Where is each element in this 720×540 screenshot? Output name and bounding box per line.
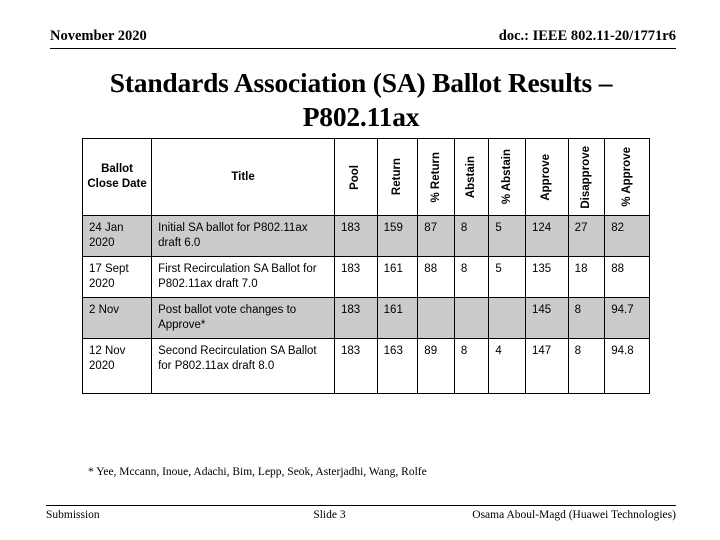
cell-title: Initial SA ballot for P802.11ax draft 6.… [151,215,335,257]
cell-approve: 124 [525,215,569,257]
cell-percent-abstain: 5 [488,256,526,298]
cell-percent-return: 87 [417,215,455,257]
table-row: 24 Jan 2020 Initial SA ballot for P802.1… [81,215,650,257]
header-date: November 2020 [50,28,147,44]
cell-abstain: 8 [453,256,490,298]
column-header-return: Return [376,138,419,216]
column-header-approve: Approve [525,138,569,216]
cell-percent-abstain: 5 [488,215,526,257]
cell-percent-approve: 94.8 [604,338,650,394]
cell-title: First Recirculation SA Ballot for P802.1… [151,256,335,298]
cell-percent-return: 88 [417,256,455,298]
cell-abstain [453,297,490,339]
cell-percent-abstain: 4 [488,338,526,394]
column-header-pool: Pool [333,138,378,216]
page-title: Standards Association (SA) Ballot Result… [46,66,676,134]
document-footer: Submission Slide 3 Osama Aboul-Magd (Hua… [46,505,676,521]
cell-approve: 147 [525,338,569,394]
column-header-label: % Return [429,151,442,203]
footnote: * Yee, Mccann, Inoue, Adachi, Bim, Lepp,… [88,466,427,478]
ballot-results-table: Ballot Close Date Title Pool Return % Re… [81,138,650,394]
column-header-label: % Approve [620,147,633,207]
table-row: 2 Nov Post ballot vote changes to Approv… [81,297,650,339]
cell-pool: 183 [333,338,378,394]
footer-author: Osama Aboul-Magd (Huawei Technologies) [472,509,676,521]
column-header-disapprove: Disapprove [567,138,606,216]
column-header-abstain: Abstain [453,138,490,216]
column-header-percent-approve: % Approve [604,138,650,216]
cell-abstain: 8 [453,338,490,394]
column-header-title: Title [151,138,335,216]
rotated-label-box: % Return [418,140,454,214]
cell-percent-approve: 94.7 [604,297,650,339]
ballot-results-table-container: Ballot Close Date Title Pool Return % Re… [81,138,650,394]
column-header-label: Abstain [465,155,478,199]
table-row: 12 Nov 2020 Second Recirculation SA Ball… [81,338,650,394]
column-header-label: Return [391,158,404,196]
page-title-line-1: Standards Association (SA) Ballot Result… [109,67,613,98]
page-title-line-2: P802.11ax [302,101,420,133]
cell-disapprove: 8 [567,338,606,394]
cell-percent-return [417,297,455,339]
cell-approve: 145 [525,297,569,339]
cell-disapprove: 27 [567,215,606,257]
cell-title: Post ballot vote changes to Approve* [151,297,335,339]
cell-title: Second Recirculation SA Ballot for P802.… [151,338,335,394]
rotated-label-box: % Approve [605,140,649,214]
column-header-label: Ballot Close Date [87,163,147,190]
cell-approve: 135 [525,256,569,298]
cell-ballot-close-date: 12 Nov 2020 [81,338,153,394]
cell-percent-return: 89 [417,338,455,394]
rotated-label-box: Pool [335,140,377,214]
cell-pool: 183 [333,215,378,257]
cell-abstain: 8 [453,215,490,257]
cell-disapprove: 18 [567,256,606,298]
cell-pool: 183 [333,256,378,298]
column-header-label: Pool [349,164,362,190]
column-header-percent-return: % Return [417,138,455,216]
footer-slide-number: Slide 3 [313,509,346,521]
rotated-label-box: Abstain [455,140,489,214]
column-header-percent-abstain: % Abstain [488,138,526,216]
table-header-row: Ballot Close Date Title Pool Return % Re… [81,138,650,216]
cell-pool: 183 [333,297,378,339]
cell-percent-abstain [488,297,526,339]
cell-ballot-close-date: 2 Nov [81,297,153,339]
cell-percent-approve: 88 [604,256,650,298]
cell-return: 161 [376,297,419,339]
cell-return: 159 [376,215,419,257]
rotated-label-box: Disapprove [569,140,605,214]
cell-disapprove: 8 [567,297,606,339]
column-header-label: % Abstain [500,149,513,205]
cell-percent-approve: 82 [604,215,650,257]
document-header: November 2020 doc.: IEEE 802.11-20/1771r… [50,28,676,49]
table-row: 17 Sept 2020 First Recirculation SA Ball… [81,256,650,298]
rotated-label-box: % Abstain [489,140,525,214]
rotated-label-box: Approve [526,140,568,214]
cell-return: 161 [376,256,419,298]
rotated-label-box: Return [378,140,418,214]
cell-return: 163 [376,338,419,394]
column-header-label: Approve [540,153,553,201]
cell-ballot-close-date: 17 Sept 2020 [81,256,153,298]
column-header-label: Disapprove [580,145,593,209]
column-header-ballot-close-date: Ballot Close Date [81,138,153,216]
cell-ballot-close-date: 24 Jan 2020 [81,215,153,257]
header-doc-id: doc.: IEEE 802.11-20/1771r6 [498,28,676,44]
footer-submission-label: Submission [46,509,100,521]
column-header-label: Title [231,170,255,183]
